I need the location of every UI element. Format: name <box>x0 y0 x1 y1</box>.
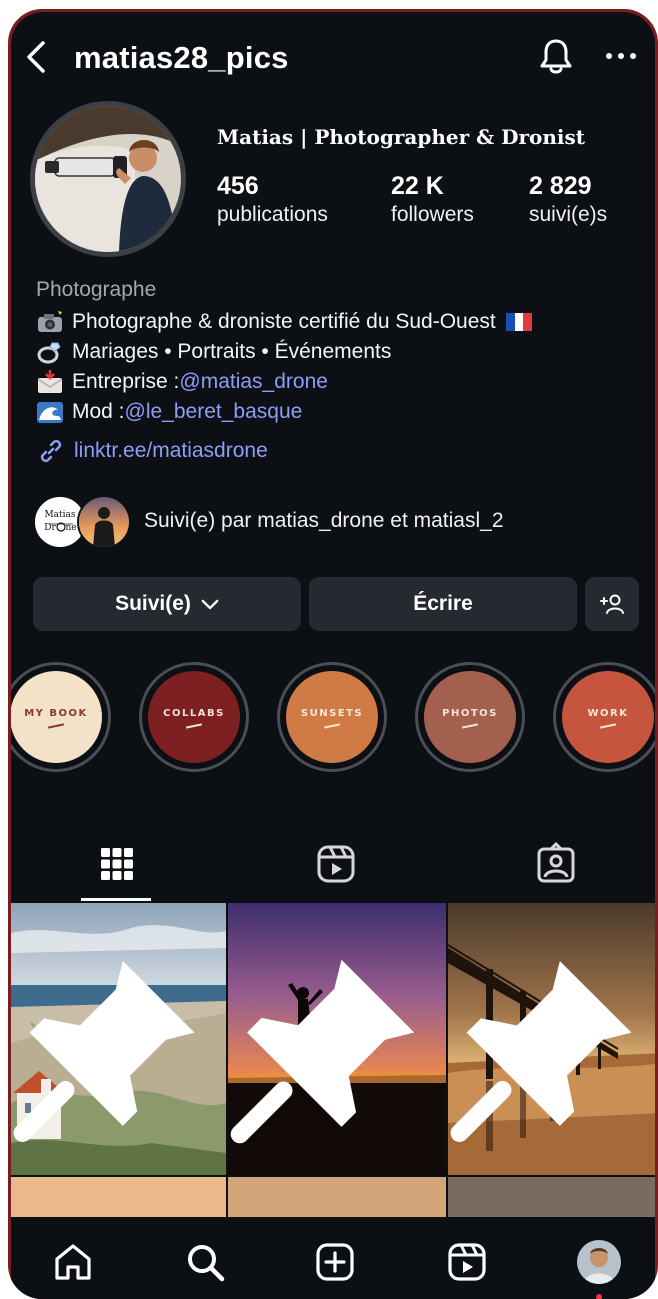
highlight-dash <box>461 722 479 729</box>
message-label: Écrire <box>413 592 473 615</box>
profile-link[interactable]: linktr.ee/matiasdrone <box>36 436 268 466</box>
tab-reels[interactable] <box>314 842 358 886</box>
bell-icon[interactable] <box>537 36 575 76</box>
message-button[interactable]: Écrire <box>309 577 577 631</box>
stat-label: publications <box>217 203 328 226</box>
reels-icon <box>448 1243 486 1281</box>
app-screen: matias28_pics Matias | Photographer & Dr… <box>11 12 655 1299</box>
mention-link[interactable]: @matias_drone <box>179 370 328 394</box>
story-highlight-sunsets[interactable]: SUNSETS <box>277 662 387 772</box>
svg-text:Dr: Dr <box>44 523 56 533</box>
followed-by-text[interactable]: Suivi(e) par matias_drone et matiasl_2 <box>144 509 504 533</box>
phone-frame: matias28_pics Matias | Photographer & Dr… <box>8 9 658 1299</box>
stat-value: 456 <box>217 172 259 200</box>
story-highlight-my-book[interactable]: MY BOOK <box>11 662 111 772</box>
nav-create[interactable] <box>313 1240 357 1284</box>
bio-line: Photographe & droniste certifié du Sud-O… <box>36 308 540 336</box>
stat-followers[interactable]: 22 K followers <box>391 172 474 227</box>
post-thumbnail[interactable] <box>228 1177 446 1217</box>
add-user-button[interactable] <box>585 577 639 631</box>
story-highlight-collabs[interactable]: COLLABS <box>139 662 249 772</box>
highlight-label: PHOTOS <box>442 707 498 719</box>
pin-icon <box>13 961 195 1142</box>
svg-text:Matias: Matias <box>44 510 75 520</box>
tab-tagged[interactable] <box>534 841 578 886</box>
highlight-dash <box>47 722 65 729</box>
display-name: Matias | Photographer & Dronist <box>217 125 585 149</box>
create-icon <box>316 1243 354 1281</box>
ring-emoji-icon <box>36 340 64 364</box>
nav-home[interactable] <box>51 1240 95 1284</box>
bio-text: Mariages • Portraits • Événements <box>72 340 392 363</box>
nav-search[interactable] <box>183 1240 227 1284</box>
tab-grid[interactable] <box>95 842 139 886</box>
envelope-emoji-icon <box>36 370 64 394</box>
highlight-label: MY BOOK <box>24 707 88 719</box>
camera-flash-emoji-icon <box>36 310 64 334</box>
stat-label: suivi(e)s <box>529 203 608 226</box>
chevron-down-icon <box>201 599 219 609</box>
wave-emoji-icon <box>36 400 64 424</box>
highlight-dash <box>185 722 203 729</box>
profile-username: matias28_pics <box>74 40 289 75</box>
add-user-icon <box>600 594 624 614</box>
following-label: Suivi(e) <box>115 592 191 615</box>
active-tab-indicator <box>81 898 151 901</box>
following-button[interactable]: Suivi(e) <box>33 577 301 631</box>
bio-line: Mod : @le_beret_basque <box>36 398 302 426</box>
mention-link[interactable]: @le_beret_basque <box>125 400 303 424</box>
story-highlight-work[interactable]: WORK <box>553 662 655 772</box>
link-text: linktr.ee/matiasdrone <box>74 439 268 462</box>
nav-profile-avatar[interactable] <box>577 1240 621 1284</box>
profile-avatar[interactable] <box>30 101 186 257</box>
post-thumbnail-beach-chapel[interactable] <box>11 903 226 1175</box>
highlight-label: SUNSETS <box>300 707 364 719</box>
pin-icon <box>450 961 632 1142</box>
home-icon <box>55 1244 91 1280</box>
stat-following[interactable]: 2 829 suivi(e)s <box>529 172 607 227</box>
reels-icon <box>317 845 355 883</box>
highlight-dash <box>323 722 341 729</box>
stat-publications[interactable]: 456 publications <box>217 172 328 227</box>
post-thumbnail-pier-sunset[interactable] <box>448 903 655 1175</box>
highlight-dash <box>599 722 617 729</box>
svg-text:ne: ne <box>65 523 76 533</box>
post-thumbnail[interactable] <box>11 1177 226 1217</box>
stat-value: 22 K <box>391 172 444 200</box>
france-flag-icon <box>505 313 532 331</box>
bio-line: Entreprise : @matias_drone <box>36 368 328 396</box>
stat-label: followers <box>391 203 474 226</box>
bio-text: Photographe & droniste certifié du Sud-O… <box>72 310 496 333</box>
post-grid-row-partial <box>11 1177 655 1217</box>
post-thumbnail[interactable] <box>448 1177 655 1217</box>
story-highlight-photos[interactable]: PHOTOS <box>415 662 525 772</box>
nav-reels[interactable] <box>445 1240 489 1284</box>
search-icon <box>188 1245 225 1282</box>
back-chevron-icon[interactable] <box>21 40 51 74</box>
bio-text: Entreprise : <box>72 370 180 393</box>
grid-icon <box>101 848 133 880</box>
more-horizontal-icon[interactable] <box>603 48 639 64</box>
link-chain-icon <box>40 439 62 463</box>
notification-dot <box>596 1294 602 1299</box>
highlight-label: WORK <box>587 707 629 719</box>
tagged-icon <box>537 841 575 883</box>
highlight-label: COLLABS <box>163 707 225 719</box>
profile-category: Photographe <box>36 278 157 301</box>
bio-text: Mod : <box>72 400 125 423</box>
follower-avatar[interactable] <box>77 495 131 549</box>
stat-value: 2 829 <box>529 172 592 200</box>
pin-icon <box>230 959 415 1144</box>
post-thumbnail-sunset-jump[interactable] <box>228 903 446 1175</box>
bio-line: Mariages • Portraits • Événements <box>36 338 391 366</box>
